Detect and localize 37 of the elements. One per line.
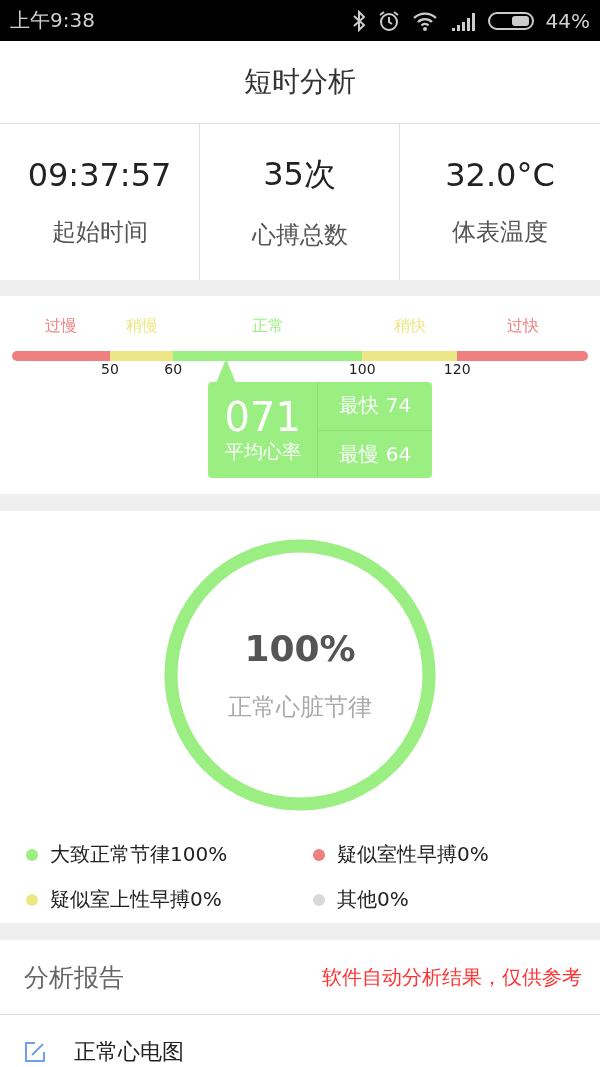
- stat-value: 35次: [263, 154, 336, 196]
- zone-label: 过慢: [44, 316, 77, 337]
- zone-label: 过快: [506, 316, 539, 337]
- wifi-icon: [411, 10, 438, 31]
- scale-tick: 50: [101, 361, 119, 377]
- zone-label: 正常: [251, 316, 284, 337]
- zone-label: 稍快: [393, 316, 426, 337]
- slowest-rate: 最慢 64: [338, 440, 413, 468]
- scale-tick: 60: [164, 361, 183, 377]
- stat-label: 体表温度: [452, 217, 548, 249]
- scale-tick: 100: [348, 361, 376, 377]
- report-title: 分析报告: [24, 961, 124, 994]
- stat-value: 32.0°C: [445, 156, 555, 195]
- status-time: 上午9:38: [10, 7, 95, 35]
- scale-tick: 120: [443, 361, 471, 377]
- stat-label: 起始时间: [51, 217, 148, 249]
- report-note: 软件自动分析结果，仅供参考: [322, 963, 582, 991]
- bluetooth-icon: [351, 9, 366, 32]
- fastest-rate: 最快 74: [318, 382, 433, 431]
- alarm-icon: [377, 9, 400, 32]
- stat-value: 09:37:57: [27, 156, 172, 195]
- legend-label: 其他0%: [337, 886, 409, 914]
- legend-label: 大致正常节律100%: [50, 841, 228, 869]
- legend-label: 疑似室性早搏0%: [337, 841, 489, 869]
- battery-icon: [487, 10, 534, 31]
- stat-label: 心搏总数: [251, 220, 348, 252]
- page-title: 短时分析: [244, 64, 356, 101]
- average-label: 平均心率: [224, 439, 301, 464]
- zone-label: 稍慢: [125, 316, 158, 337]
- battery-level: 44%: [545, 8, 590, 33]
- report-item[interactable]: 正常心电图: [74, 1037, 184, 1067]
- average-heart-rate: 071: [224, 395, 301, 439]
- edit-icon: [24, 1041, 46, 1063]
- rhythm-label: 正常心脏节律: [228, 691, 372, 723]
- rhythm-percent: 100%: [244, 627, 356, 669]
- signal-icon: [449, 10, 476, 31]
- legend-label: 疑似室上性早搏0%: [50, 886, 222, 914]
